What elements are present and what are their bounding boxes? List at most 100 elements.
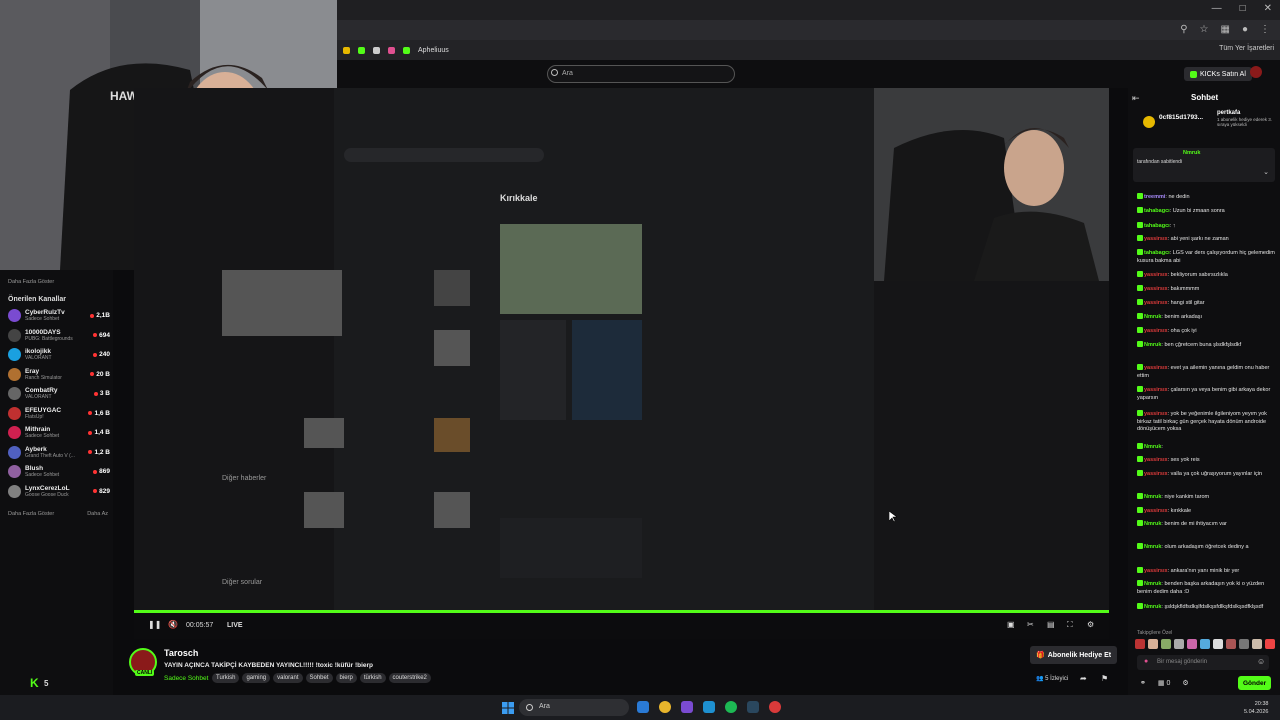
expand-pinned-icon[interactable]: ⌄ (1263, 168, 1269, 176)
obs-icon[interactable] (769, 701, 781, 713)
address-bar[interactable] (337, 20, 1280, 40)
stream-tag[interactable]: valorant (273, 673, 303, 683)
share-icon[interactable]: ➦ (1080, 674, 1087, 683)
chat-username[interactable]: Nmruk (1144, 314, 1161, 320)
emote-icon[interactable] (1135, 639, 1145, 649)
all-bookmarks[interactable]: Tüm Yer İşaretleri (1219, 45, 1274, 52)
chat-message[interactable]: tahabagcı: Uzun bi zmaan sonra (1137, 207, 1275, 216)
chat-username[interactable]: yassirsıx (1144, 286, 1168, 292)
emote-icon[interactable] (1252, 639, 1262, 649)
steam-icon[interactable] (747, 701, 759, 713)
settings-icon[interactable]: ⚙ (1087, 620, 1094, 629)
chat-message[interactable]: Nmruk: olum arkadaşım öğretcek dediny a (1137, 543, 1275, 552)
miniplayer-icon[interactable]: ▤ (1047, 620, 1055, 629)
send-button[interactable]: Gönder (1238, 676, 1272, 690)
chat-message[interactable]: Nmruk: benim arkadaşı (1137, 313, 1275, 322)
maximize-icon[interactable]: □ (1240, 3, 1246, 14)
chat-message[interactable]: Nmruk: (1137, 443, 1275, 452)
fullscreen-icon[interactable]: ⛶ (1067, 620, 1073, 630)
chat-username[interactable]: tahabagcı (1144, 223, 1170, 229)
chat-username[interactable]: Nmruk (1144, 521, 1161, 527)
edge-icon[interactable] (637, 701, 649, 713)
sidebar-channel[interactable]: ikolojikk VALORANT 240 (8, 345, 110, 364)
chat-username[interactable]: yassirsıx (1144, 300, 1168, 306)
chat-message[interactable]: yassirsıx: bekliyorum sabırsızlıkla (1137, 271, 1275, 280)
emote-icon[interactable] (1239, 639, 1249, 649)
stream-tag[interactable]: couterstrike2 (388, 673, 431, 683)
stream-tag[interactable]: gaming (242, 673, 271, 683)
chat-settings-icon[interactable]: ⚙ (1182, 679, 1188, 687)
emote-icon[interactable] (1226, 639, 1236, 649)
link-icon[interactable]: ⚭ (1140, 679, 1146, 687)
chat-input[interactable]: Bir mesaj gönderin (1137, 655, 1269, 670)
chat-username[interactable]: yassirsıx (1144, 272, 1168, 278)
minimize-icon[interactable]: — (1212, 3, 1222, 14)
chat-message[interactable]: Nmruk: ben çğretcem buna şlsdkfşlsdkf (1137, 341, 1275, 350)
chat-message[interactable]: tahabagcı: ↑ (1137, 222, 1275, 231)
sidebar-channel[interactable]: Ayberk Grand Theft Auto V (... 1,2 B (8, 443, 110, 462)
chat-message[interactable]: yassirsıx: yok be yeğenimle ilgileniyom … (1137, 410, 1275, 434)
stream-tag[interactable]: Turkish (212, 673, 240, 683)
clip-icon[interactable]: ✂ (1027, 620, 1034, 629)
chat-message[interactable]: Nmruk: şsldşkfldfsdkşlfdslkşsfdlkşfdslkş… (1137, 603, 1275, 612)
emoji-icon[interactable]: ☺ (1257, 657, 1265, 666)
search-input[interactable]: Ara (547, 65, 735, 83)
chat-username[interactable]: Nmruk (1144, 342, 1161, 348)
chat-username[interactable]: Nmruk (1144, 544, 1161, 550)
emote-icon[interactable] (1187, 639, 1197, 649)
buy-kicks-button[interactable]: KICKs Satın Al (1184, 67, 1252, 81)
extensions-icon[interactable]: ▦ (1221, 24, 1230, 35)
sidebar-channel[interactable]: CyberRulzTv Sadece Sohbet 2,1B (8, 306, 110, 325)
chat-username[interactable]: tahabagcı (1144, 208, 1170, 214)
emote-icon[interactable] (1213, 639, 1223, 649)
emote-icon[interactable] (1174, 639, 1184, 649)
bookmark-icon[interactable] (343, 46, 350, 54)
show-more-link[interactable]: Daha Fazla Göster (8, 279, 54, 285)
theater-icon[interactable]: ▣ (1007, 620, 1015, 629)
mute-icon[interactable]: 🔇 (168, 620, 178, 629)
chat-username[interactable]: yassirsıx (1144, 328, 1168, 334)
star-icon[interactable]: ☆ (1200, 24, 1209, 35)
sidebar-channel[interactable]: 10000DAYS PUBG: Battlegrounds 694 (8, 326, 110, 345)
window-controls[interactable]: — □ ✕ (1212, 3, 1272, 14)
show-less-link[interactable]: Daha Az (87, 511, 108, 517)
chat-message[interactable]: yassirsıx: bakımmmm (1137, 285, 1275, 294)
bookmark-icon[interactable] (358, 46, 365, 54)
start-icon[interactable] (502, 701, 514, 714)
streamer-name[interactable]: Tarosch (164, 648, 198, 658)
sidebar-channel[interactable]: EFEUYGAC FlatsUp! 1,6 B (8, 404, 110, 423)
show-more-link[interactable]: Daha Fazla Göster (8, 511, 54, 517)
chat-message[interactable]: Nmruk: benim de mi ihtiyacım var (1137, 520, 1275, 529)
profile-icon[interactable]: ● (1242, 24, 1248, 35)
bookmark-apheliuus[interactable]: Apheliuus (418, 47, 449, 54)
chat-message[interactable]: yassirsıx: oha çok iyi (1137, 327, 1275, 336)
points-icon[interactable]: ▦ 0 (1158, 679, 1170, 687)
chat-username[interactable]: yassirsıx (1144, 508, 1168, 514)
chat-username[interactable]: yassirsıx (1144, 471, 1168, 477)
collapse-chat-icon[interactable]: ⇤ (1132, 93, 1140, 104)
sidebar-channel[interactable]: Mithrain Sadece Sohbet 1,4 B (8, 423, 110, 442)
chat-username[interactable]: Nmruk (1144, 581, 1161, 587)
chat-message[interactable]: yassirsıx: ankara'nın yanı minik bir yer (1137, 567, 1275, 576)
spotify-icon[interactable] (725, 701, 737, 713)
chat-message[interactable]: yassirsıx: ses yok reis (1137, 456, 1275, 465)
chat-username[interactable]: yassirsıx (1144, 365, 1168, 371)
app-icon[interactable] (681, 701, 693, 713)
chat-message[interactable]: yassirsıx: çalarsın ya veya benim gibi a… (1137, 386, 1275, 402)
zoom-icon[interactable]: ⚲ (1180, 24, 1187, 35)
stream-tag[interactable]: Sohbet (305, 673, 333, 683)
emote-icon[interactable] (1265, 639, 1275, 649)
sidebar-channel[interactable]: LynxCerezLoL Goose Goose Duck 829 (8, 482, 110, 501)
chat-username[interactable]: yassirsıx (1144, 568, 1168, 574)
bookmark-icon[interactable]: ⚑ (1101, 674, 1108, 683)
gift-sub-button[interactable]: 🎁 Abonelik Hediye Et (1030, 646, 1118, 664)
stream-tag[interactable]: türkish (359, 673, 386, 683)
chat-username[interactable]: Nmruk (1144, 494, 1161, 500)
chat-message[interactable]: tahabagcı: LGS var ders çalışıyordum hiç… (1137, 249, 1275, 265)
emote-icon[interactable] (1161, 639, 1171, 649)
store-icon[interactable] (703, 701, 715, 713)
chat-username[interactable]: Nmruk (1144, 444, 1161, 450)
menu-icon[interactable]: ⋮ (1260, 24, 1270, 35)
chat-message[interactable]: Nmruk: niye kankim tarom (1137, 493, 1275, 502)
bookmark-icon[interactable] (388, 46, 395, 54)
